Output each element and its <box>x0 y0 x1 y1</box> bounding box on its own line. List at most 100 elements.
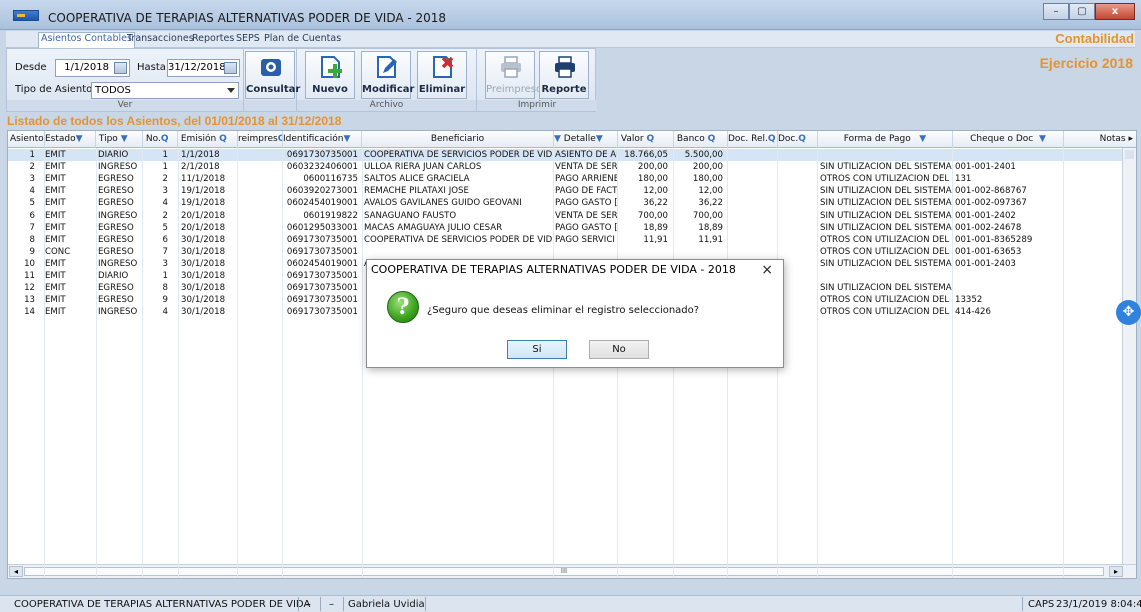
column-header-forma-pago[interactable]: Forma de Pago ▼ <box>818 131 953 148</box>
question-icon: ? <box>387 291 419 323</box>
table-row[interactable]: 7 EMIT EGRESO 5 20/1/2018 0601295033001 MACAS … <box>8 222 1123 234</box>
table-row[interactable]: 9 CONC EGRESO 7 30/1/2018 0691730735001 OTROS … <box>8 246 1123 258</box>
column-divider <box>362 148 363 578</box>
table-row[interactable]: 6 EMIT INGRESO 2 20/1/2018 0601919822 SANAGUAN… <box>8 210 1123 222</box>
column-header-notas[interactable]: Notas ▸ <box>1064 131 1136 148</box>
column-header-reimpres[interactable]: reimpresQ <box>238 131 283 148</box>
search-icon[interactable]: Q <box>768 134 776 144</box>
cell-doc-rel <box>728 149 776 161</box>
header-label: Estado <box>45 134 76 144</box>
cell-doc-rel <box>728 222 776 234</box>
column-header-valor[interactable]: Valor Q <box>618 131 674 148</box>
cell-doc <box>778 185 816 197</box>
close-window-button[interactable]: x <box>1095 3 1135 20</box>
cell-estado: EMIT <box>45 222 66 233</box>
table-row[interactable]: 5 EMIT EGRESO 4 19/1/2018 0602454019001 AVALOS… <box>8 197 1123 209</box>
cell-cheque: 001-001-2401 <box>955 162 1016 173</box>
dropbox-icon[interactable]: ✥ <box>1116 300 1141 325</box>
search-icon[interactable]: Q <box>798 134 806 144</box>
hasta-date-field[interactable]: 31/12/2018 <box>167 59 240 77</box>
yes-button[interactable]: Si <box>507 340 567 359</box>
filter-icon[interactable]: ▼ <box>554 134 561 144</box>
cell-forma-pago: OTROS CON UTILIZACION DEL SI <box>820 307 952 318</box>
cell-doc-rel <box>728 234 776 246</box>
cell-identificacion: 0600116735 <box>303 174 358 185</box>
column-header-asiento[interactable]: AsientoQ <box>10 131 45 148</box>
calendar-icon[interactable] <box>224 62 237 74</box>
cell-emision: 2/1/2018 <box>181 162 220 173</box>
search-icon[interactable]: Q <box>708 134 716 144</box>
column-header-cheque[interactable]: Cheque o Doc ▼ <box>953 131 1064 148</box>
table-row[interactable]: 2 EMIT INGRESO 1 2/1/2018 0603232406001 ULLOA … <box>8 161 1123 173</box>
column-header-emision[interactable]: Emisión Q <box>178 131 238 148</box>
header-label: Valor <box>620 134 644 144</box>
no-button[interactable]: No <box>589 340 649 359</box>
column-header-no[interactable]: No.Q <box>143 131 178 148</box>
column-header-doc[interactable]: Doc.Q <box>778 131 818 148</box>
cell-forma-pago: OTROS CON UTILIZACION DEL SI <box>820 234 952 245</box>
consultar-button[interactable]: Consultar <box>245 51 300 99</box>
column-header-identificacion[interactable]: Identificación▼ <box>283 131 362 148</box>
column-header-beneficiario[interactable]: Beneficiario <box>362 131 554 148</box>
maximize-button[interactable]: ▢ <box>1069 3 1095 20</box>
confirm-delete-dialog: COOPERATIVA DE TERAPIAS ALTERNATIVAS POD… <box>366 259 784 368</box>
cell-emision: 30/1/2018 <box>181 258 226 269</box>
nuevo-button[interactable]: Nuevo <box>305 51 355 99</box>
table-row[interactable]: 3 EMIT EGRESO 2 11/1/2018 0600116735 SALTOS AL… <box>8 173 1123 185</box>
horizontal-scroll-thumb[interactable]: III <box>24 567 1104 576</box>
tab-plan-de-cuentas[interactable]: Plan de Cuentas <box>264 33 341 44</box>
dialog-message: ¿Seguro que deseas eliminar el registro … <box>427 305 700 316</box>
vertical-scrollbar[interactable] <box>1122 148 1136 564</box>
eliminar-button[interactable]: Eliminar <box>417 51 467 99</box>
column-header-detalle[interactable]: ▼ Detalle▼ <box>554 131 618 148</box>
cell-forma-pago <box>820 149 952 161</box>
tab-reportes[interactable]: Reportes <box>192 33 234 44</box>
cell-no: 1 <box>162 162 168 173</box>
column-header-estado[interactable]: Estado▼ <box>45 131 96 148</box>
desde-date-field[interactable]: 1/1/2018 <box>55 59 130 77</box>
search-icon[interactable]: Q <box>161 134 169 144</box>
cell-cheque: 13352 <box>955 295 983 306</box>
modificar-button[interactable]: Modificar <box>361 51 414 99</box>
cell-identificacion: 0691730735001 <box>286 307 358 318</box>
tipo-asiento-select[interactable]: TODOS <box>91 82 239 99</box>
status-datetime: 23/1/2019 8:04:44 <box>1056 599 1141 610</box>
calendar-icon[interactable] <box>114 62 127 74</box>
reporte-button[interactable]: Reporte <box>539 51 589 99</box>
tab-transacciones[interactable]: Transacciones <box>127 33 194 44</box>
filter-icon[interactable]: ▼ <box>919 134 926 144</box>
search-icon[interactable]: Q <box>646 134 654 144</box>
tab-asientos-contables[interactable]: Asientos Contables <box>38 32 135 48</box>
table-row[interactable]: 4 EMIT EGRESO 3 19/1/2018 0603920273001 REMACH… <box>8 185 1123 197</box>
column-header-banco[interactable]: Banco Q <box>674 131 728 148</box>
table-row[interactable]: 1 EMIT DIARIO 1 1/1/2018 0691730735001 COOPERA… <box>8 149 1123 162</box>
filter-icon[interactable]: ▼ <box>1039 134 1046 144</box>
scroll-left-arrow[interactable]: ◂ <box>9 566 23 577</box>
tab-seps[interactable]: SEPS <box>236 33 260 44</box>
header-label: Cheque o Doc <box>970 134 1034 144</box>
cell-estado: EMIT <box>45 271 66 281</box>
scroll-right-arrow[interactable]: ▸ <box>1109 566 1123 577</box>
preimpreso-button[interactable]: Preimpreso <box>485 51 542 99</box>
header-label: Notas <box>1099 134 1126 144</box>
dialog-close-icon[interactable]: × <box>761 262 773 278</box>
cell-cheque: 001-002-868767 <box>955 186 1027 197</box>
filter-icon[interactable]: ▼ <box>121 134 128 144</box>
cell-cheque <box>955 149 1063 161</box>
filter-icon[interactable]: ▼ <box>343 134 350 144</box>
cell-emision: 30/1/2018 <box>181 246 226 257</box>
column-header-doc-rel[interactable]: Doc. Rel.Q <box>728 131 778 148</box>
minimize-button[interactable]: – <box>1043 3 1069 20</box>
cell-reimpres <box>238 197 282 209</box>
table-row[interactable]: 8 EMIT EGRESO 6 30/1/2018 0691730735001 COOPER… <box>8 234 1123 246</box>
search-icon[interactable]: Q <box>219 134 227 144</box>
scroll-up-arrow[interactable] <box>1125 150 1134 159</box>
filter-icon[interactable]: ▼ <box>596 134 603 144</box>
filter-icon[interactable]: ▼ <box>76 134 83 144</box>
cell-tipo: INGRESO <box>98 162 138 173</box>
cell-doc-rel <box>728 173 776 185</box>
ribbon-group-ver: Desde 1/1/2018 Hasta 31/12/2018 Tipo de … <box>7 49 244 112</box>
cell-identificacion: 0691730735001 <box>286 234 358 245</box>
cell-forma-pago: OTROS CON UTILIZACION DEL SI <box>820 295 952 306</box>
column-header-tipo[interactable]: Tipo ▼ <box>96 131 143 148</box>
